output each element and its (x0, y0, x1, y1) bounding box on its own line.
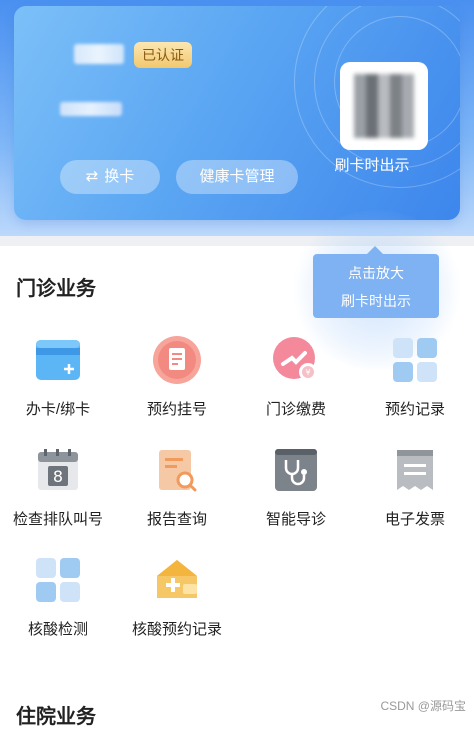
grid-item-card-bind[interactable]: 办卡/绑卡 (3, 338, 113, 428)
watermark: CSDN @源码宝 (380, 699, 466, 713)
health-card-manage-button[interactable]: 健康卡管理 (176, 160, 298, 194)
inpatient-section-title: 住院业务 (16, 706, 96, 728)
grid-item-nucleic-test[interactable]: 核酸检测 (3, 558, 113, 648)
tooltip-line-2: 刷卡时出示 (341, 293, 411, 309)
qr-code-button[interactable] (340, 62, 428, 150)
grid-item-label: 预约挂号 (146, 401, 207, 418)
qr-code-blurred (354, 74, 414, 138)
qr-caption: 刷卡时出示 (334, 157, 410, 174)
grid-item-nucleic-appointment-records[interactable]: 核酸预约记录 (122, 558, 232, 648)
grid-item-report-query[interactable]: 报告查询 (122, 448, 232, 538)
records-grid-icon (393, 338, 437, 382)
grid-item-label: 核酸检测 (27, 621, 88, 638)
grid-item-exam-queue[interactable]: 8 检查排队叫号 (3, 448, 113, 538)
grid-item-label: 检查排队叫号 (12, 511, 103, 528)
svg-text:¥: ¥ (305, 368, 310, 377)
swap-arrows-icon: ⇄ (85, 168, 99, 185)
grid-item-e-invoice[interactable]: 电子发票 (360, 448, 470, 538)
tooltip-line-1: 点击放大 (348, 265, 404, 281)
grid-item-appointment[interactable]: 预约挂号 (122, 336, 232, 428)
grid-item-appointment-records[interactable]: 预约记录 (360, 338, 470, 428)
patient-name-blurred (74, 44, 124, 64)
stethoscope-icon (275, 449, 317, 491)
switch-card-button[interactable]: ⇄ 换卡 (60, 160, 160, 194)
outpatient-section-title: 门诊业务 (16, 278, 96, 300)
appointment-icon (153, 336, 201, 384)
invoice-icon (397, 450, 433, 490)
card-icon (36, 340, 80, 380)
qr-tooltip[interactable]: 点击放大 刷卡时出示 (313, 246, 439, 318)
payment-icon: ¥ (273, 337, 317, 381)
grid-item-label: 门诊缴费 (265, 401, 326, 418)
verified-badge: 已认证 (134, 42, 192, 68)
health-card: 已认证 ⇄ 换卡 健康卡管理 刷卡时出示 (14, 6, 460, 220)
house-plus-icon (157, 560, 197, 598)
report-search-icon (159, 450, 197, 492)
grid-item-label: 报告查询 (146, 511, 207, 528)
grid-item-label: 电子发票 (384, 511, 445, 528)
card-number-blurred (60, 102, 122, 116)
grid-item-label: 办卡/绑卡 (25, 401, 91, 418)
calendar-queue-icon: 8 (38, 449, 78, 490)
grid-item-smart-guide[interactable]: 智能导诊 (241, 448, 351, 538)
grid-item-payment[interactable]: ¥ 门诊缴费 (241, 337, 351, 428)
svg-text:8: 8 (53, 467, 63, 486)
grid-item-label: 智能导诊 (265, 511, 326, 528)
grid-item-label: 预约记录 (384, 401, 445, 418)
nucleic-grid-icon (36, 558, 80, 602)
grid-item-label: 核酸预约记录 (131, 621, 222, 638)
